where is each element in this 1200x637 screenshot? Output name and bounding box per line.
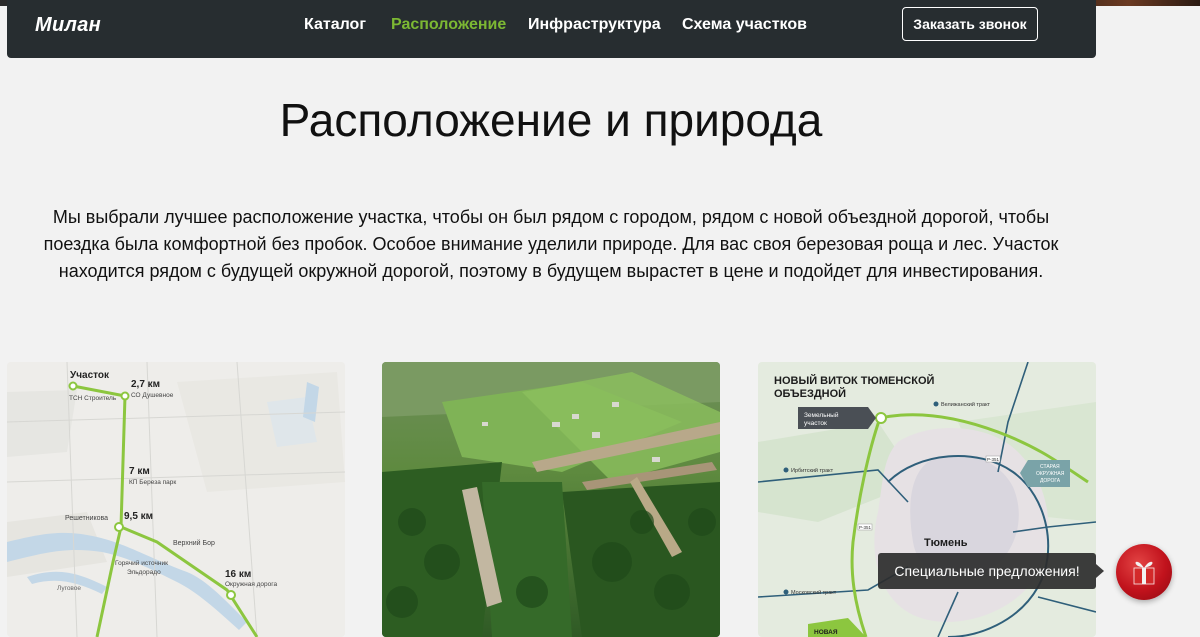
nav-link-plot-scheme[interactable]: Схема участков xyxy=(682,16,807,34)
new-road-label: НОВАЯ xyxy=(814,629,838,636)
city-label: Тюмень xyxy=(924,537,968,549)
route-point-km: 9,5 км xyxy=(124,511,153,522)
route-start-label: Участок xyxy=(70,370,110,381)
tooltip-arrow xyxy=(1096,564,1104,578)
bypass-map-image: Земельный участок НОВЫЙ ВИТОК ТЮМЕНСКОЙ … xyxy=(758,362,1096,637)
navbar: Милан Каталог Расположение Инфраструктур… xyxy=(7,0,1096,58)
order-call-button[interactable]: Заказать звонок xyxy=(902,7,1038,41)
road-label: Московский тракт xyxy=(791,589,837,596)
map-place-label: Верхний Бор xyxy=(173,539,215,547)
nav-link-infrastructure[interactable]: Инфраструктура xyxy=(528,16,661,34)
road-code: Р-351 xyxy=(987,457,1000,462)
plot-callout-line2: участок xyxy=(804,420,827,427)
plot-callout-line1: Земельный xyxy=(804,411,839,419)
section-intro-text: Мы выбрали лучшее расположение участка, … xyxy=(43,207,1059,281)
map-place-label: Решетникова xyxy=(65,515,108,522)
route-point-km: 16 км xyxy=(225,569,251,580)
route-point-km: 2,7 км xyxy=(131,379,160,390)
aerial-photo-card[interactable] xyxy=(382,362,720,637)
road-label: Ирбитский тракт xyxy=(791,467,834,474)
bypass-map-title-line2: ОБЪЕЗДНОЙ xyxy=(774,387,846,400)
map-place-label: Горячий источник xyxy=(115,559,168,567)
nav-link-catalog[interactable]: Каталог xyxy=(304,16,366,34)
road-label: Велижанский тракт xyxy=(941,401,991,408)
route-point-km: 7 км xyxy=(129,466,150,477)
old-ring-label: ДОРОГА xyxy=(1040,478,1061,484)
map-place-label: Луговое xyxy=(57,585,81,592)
route-point-place: КП Береза парк xyxy=(129,479,176,486)
bypass-map-title-line1: НОВЫЙ ВИТОК ТЮМЕНСКОЙ xyxy=(774,374,935,387)
route-point-place: СО Душевное xyxy=(131,392,174,399)
gift-icon[interactable] xyxy=(1116,544,1172,600)
logo[interactable]: Милан xyxy=(35,14,101,37)
section-title: Расположение и природа xyxy=(279,94,823,146)
bypass-map-card[interactable]: Земельный участок НОВЫЙ ВИТОК ТЮМЕНСКОЙ … xyxy=(758,362,1096,637)
map-place-label: Эльдорадо xyxy=(127,569,161,576)
route-start-sub: ТСН Строитель xyxy=(69,395,117,402)
road-code: Р-351 xyxy=(859,525,872,530)
route-map-image: Участок ТСН Строитель 2,7 км СО Душевное… xyxy=(7,362,345,637)
old-ring-label: СТАРАЯ xyxy=(1040,464,1060,470)
route-point-place: Окружная дорога xyxy=(225,581,278,588)
special-offers-label[interactable]: Специальные предложения! xyxy=(878,553,1096,589)
nav-link-location[interactable]: Расположение xyxy=(391,16,506,34)
old-ring-label: ОКРУЖНАЯ xyxy=(1036,471,1065,477)
aerial-photo-image xyxy=(382,362,720,637)
route-map-card[interactable]: Участок ТСН Строитель 2,7 км СО Душевное… xyxy=(7,362,345,637)
